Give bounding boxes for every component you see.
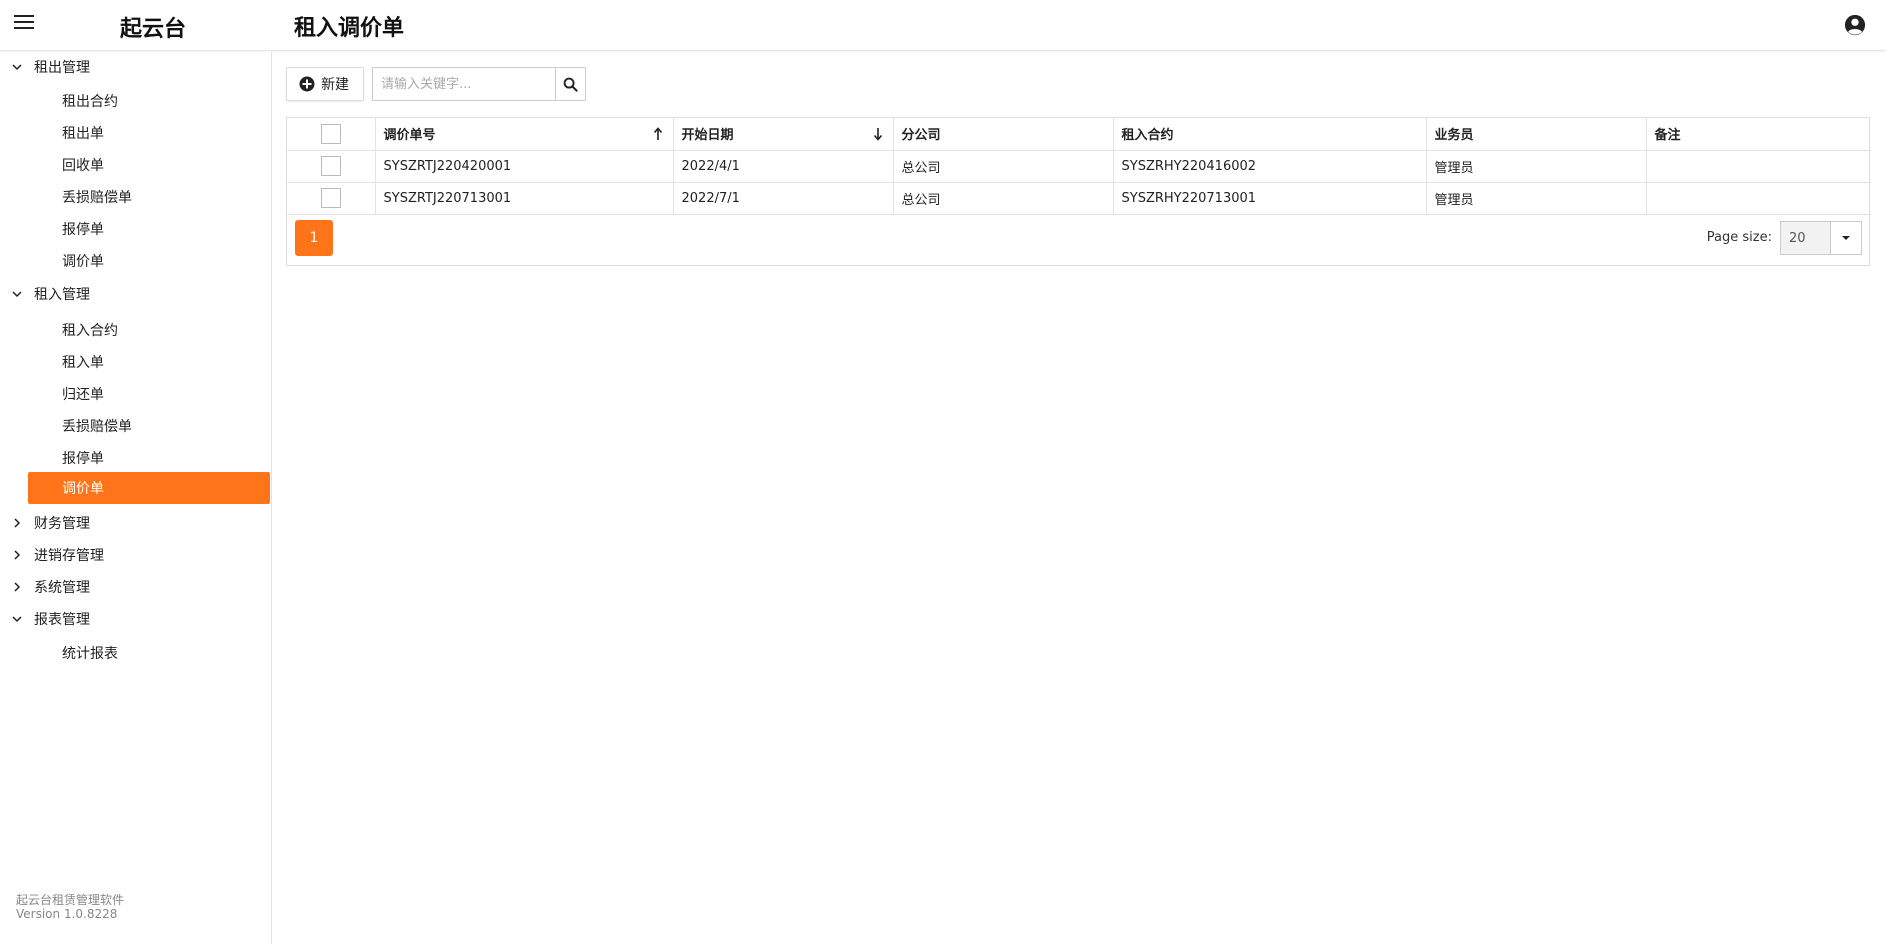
cell-remark bbox=[1646, 150, 1871, 183]
sidebar-item-suspend-out[interactable]: 报停单 bbox=[28, 214, 270, 244]
brand-title: 起云台 bbox=[120, 17, 187, 42]
cell-branch: 总公司 bbox=[893, 150, 1114, 183]
table-row[interactable]: SYSZRTJ220713001 2022/7/1 总公司 SYSZRHY220… bbox=[287, 182, 1871, 215]
chevron-down-icon bbox=[0, 61, 34, 73]
price-adjust-grid: 调价单号 开始日期 分公司 租入合约 业务员 备注 SYSZRTJ2204200… bbox=[286, 117, 1871, 266]
cell-start-date: 2022/7/1 bbox=[673, 182, 894, 215]
chevron-right-icon bbox=[0, 581, 34, 593]
new-button[interactable]: 新建 bbox=[286, 67, 364, 101]
new-button-label: 新建 bbox=[321, 77, 349, 93]
page-size-select[interactable]: 20 bbox=[1780, 221, 1862, 255]
table-row[interactable]: SYSZRTJ220420001 2022/4/1 总公司 SYSZRHY220… bbox=[287, 150, 1871, 183]
sidebar-group-system[interactable]: 系统管理 bbox=[0, 573, 270, 601]
row-checkbox[interactable] bbox=[320, 156, 341, 176]
cell-start-date: 2022/4/1 bbox=[673, 150, 894, 183]
dropdown-arrow-icon[interactable] bbox=[1829, 222, 1861, 254]
cell-remark bbox=[1646, 182, 1871, 215]
sidebar-group-label: 租入管理 bbox=[34, 287, 90, 303]
cell-salesperson: 管理员 bbox=[1426, 150, 1647, 183]
sidebar-item-rent-in-order[interactable]: 租入单 bbox=[28, 347, 270, 377]
select-all-checkbox[interactable] bbox=[320, 123, 341, 144]
chevron-down-icon bbox=[0, 288, 34, 300]
column-header-order-no[interactable]: 调价单号 bbox=[375, 118, 674, 151]
cell-branch: 总公司 bbox=[893, 182, 1114, 215]
sidebar-group-rent-out[interactable]: 租出管理 bbox=[0, 53, 270, 81]
cell-rent-in-contract: SYSZRHY220713001 bbox=[1113, 182, 1427, 215]
plus-circle-icon bbox=[299, 76, 315, 92]
user-account-icon[interactable] bbox=[1844, 14, 1866, 36]
cell-rent-in-contract: SYSZRHY220416002 bbox=[1113, 150, 1427, 183]
sidebar-group-label: 系统管理 bbox=[34, 580, 90, 596]
page-size-label: Page size: bbox=[1706, 230, 1772, 245]
pager-page-button[interactable]: 1 bbox=[295, 220, 333, 256]
page-title: 租入调价单 bbox=[294, 16, 405, 41]
sidebar-item-price-adjust-out[interactable]: 调价单 bbox=[28, 246, 270, 276]
sidebar-item-statistics-report[interactable]: 统计报表 bbox=[28, 638, 270, 668]
sidebar-group-inventory[interactable]: 进销存管理 bbox=[0, 541, 270, 569]
column-header-remark[interactable]: 备注 bbox=[1646, 118, 1871, 151]
search-input[interactable] bbox=[372, 67, 556, 101]
sidebar-item-recovery-order[interactable]: 回收单 bbox=[28, 150, 270, 180]
footer-app-name: 起云台租赁管理软件 bbox=[16, 893, 125, 907]
search-icon bbox=[563, 77, 578, 92]
sidebar-group-label: 进销存管理 bbox=[34, 548, 104, 564]
sidebar-group-label: 报表管理 bbox=[34, 612, 90, 628]
column-header-salesperson[interactable]: 业务员 bbox=[1426, 118, 1647, 151]
sidebar-item-return-order[interactable]: 归还单 bbox=[28, 379, 270, 409]
sort-ascending-icon bbox=[653, 127, 662, 140]
column-header-label: 调价单号 bbox=[383, 128, 436, 144]
cell-order-no: SYSZRTJ220420001 bbox=[375, 150, 674, 183]
price-adjust-table: 调价单号 开始日期 分公司 租入合约 业务员 备注 SYSZRTJ2204200… bbox=[287, 118, 1871, 215]
sidebar-item-rent-in-contract[interactable]: 租入合约 bbox=[28, 315, 270, 345]
row-select-cell bbox=[287, 182, 376, 215]
sidebar-item-loss-compensation-out[interactable]: 丢损赔偿单 bbox=[28, 182, 270, 212]
sidebar-group-reports[interactable]: 报表管理 bbox=[0, 605, 270, 633]
sidebar-group-rent-in[interactable]: 租入管理 bbox=[0, 280, 270, 308]
table-header-row: 调价单号 开始日期 分公司 租入合约 业务员 备注 bbox=[287, 118, 1871, 151]
sidebar-item-rent-out-contract[interactable]: 租出合约 bbox=[28, 86, 270, 116]
row-select-cell bbox=[287, 150, 376, 183]
search-button[interactable] bbox=[555, 67, 586, 101]
cell-order-no: SYSZRTJ220713001 bbox=[375, 182, 674, 215]
sidebar-item-suspend-in[interactable]: 报停单 bbox=[28, 443, 270, 473]
column-header-label: 开始日期 bbox=[681, 128, 734, 144]
footer-version: Version 1.0.8228 bbox=[16, 907, 118, 921]
sidebar-item-price-adjust-in[interactable]: 调价单 bbox=[28, 472, 270, 504]
top-bar: 起云台 租入调价单 bbox=[0, 0, 1886, 51]
column-header-branch[interactable]: 分公司 bbox=[893, 118, 1114, 151]
sort-descending-icon bbox=[873, 128, 882, 141]
cell-salesperson: 管理员 bbox=[1426, 182, 1647, 215]
row-checkbox[interactable] bbox=[320, 188, 341, 208]
column-header-start-date[interactable]: 开始日期 bbox=[673, 118, 894, 151]
sidebar-group-finance[interactable]: 财务管理 bbox=[0, 509, 270, 537]
sidebar-item-loss-compensation-in[interactable]: 丢损赔偿单 bbox=[28, 411, 270, 441]
chevron-down-icon bbox=[0, 613, 34, 625]
sidebar-group-label: 租出管理 bbox=[34, 60, 90, 76]
sidebar-item-rent-out-order[interactable]: 租出单 bbox=[28, 118, 270, 148]
column-header-rent-in-contract[interactable]: 租入合约 bbox=[1113, 118, 1427, 151]
sidebar-group-label: 财务管理 bbox=[34, 516, 90, 532]
select-all-cell bbox=[287, 118, 376, 151]
page-size-value: 20 bbox=[1789, 230, 1806, 246]
hamburger-menu-icon[interactable] bbox=[14, 15, 36, 35]
chevron-right-icon bbox=[0, 517, 34, 529]
chevron-right-icon bbox=[0, 549, 34, 561]
sidebar: 租出管理 租出合约 租出单 回收单 丢损赔偿单 报停单 调价单 租入管理 租入合… bbox=[0, 52, 272, 944]
